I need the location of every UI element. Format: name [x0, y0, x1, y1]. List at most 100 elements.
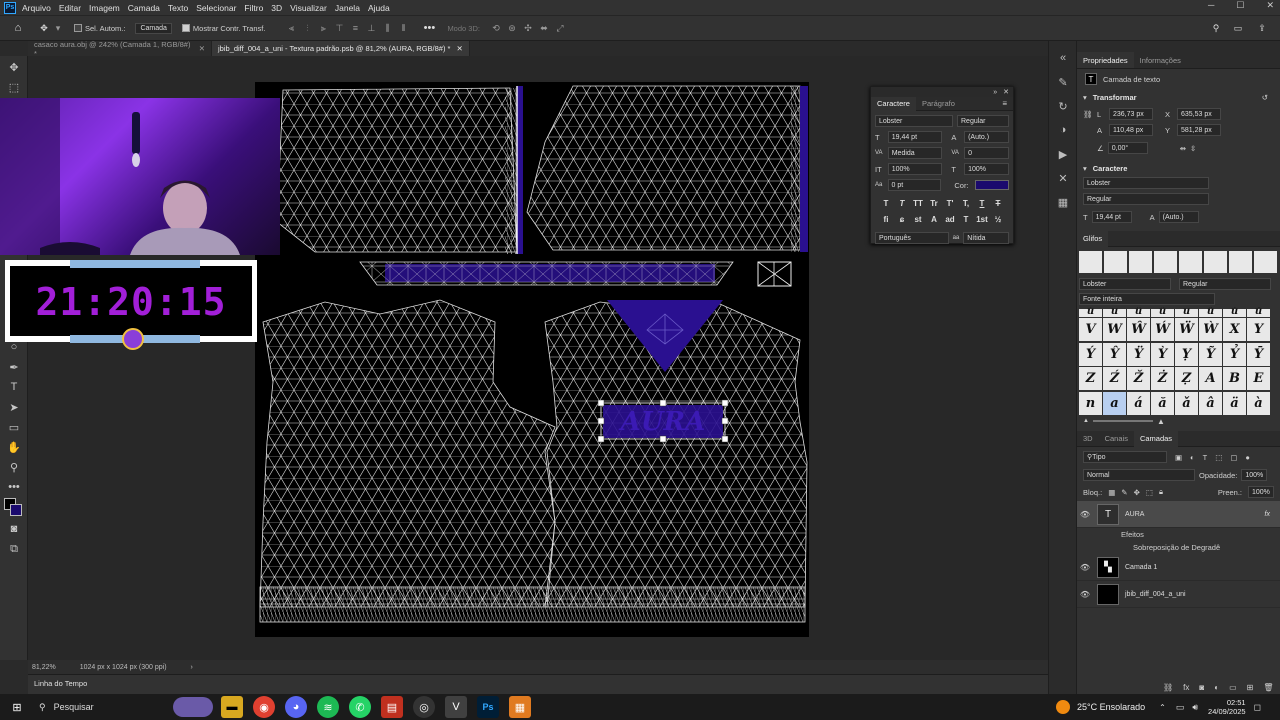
recent-glyph-slot[interactable]	[1254, 251, 1277, 273]
menu-filtro[interactable]: Filtro	[244, 3, 263, 13]
glyph-cell[interactable]: Ỵ	[1175, 342, 1198, 366]
section-chevron-icon[interactable]: ▾	[1083, 164, 1087, 173]
menu-ajuda[interactable]: Ajuda	[368, 3, 390, 13]
pen-tool-icon[interactable]: ✒	[4, 358, 24, 376]
lock-pixels-icon[interactable]: ✎	[1121, 488, 1127, 497]
menu-janela[interactable]: Janela	[335, 3, 360, 13]
document-canvas[interactable]: AURA	[255, 82, 809, 637]
photoshop-taskbar-icon[interactable]: Ps	[477, 696, 499, 718]
slide-3d-icon[interactable]: ⬌	[538, 23, 550, 33]
background-color-swatch[interactable]	[10, 504, 22, 516]
strikethrough-button[interactable]: T	[991, 197, 1005, 210]
properties-leading-field[interactable]: (Auto.)	[1158, 211, 1199, 223]
swash-button[interactable]: A	[927, 213, 941, 226]
color-swatches[interactable]	[4, 498, 24, 518]
height-field[interactable]: 110,48 px	[1109, 124, 1153, 136]
fx-icon[interactable]: fx	[1265, 511, 1270, 518]
glyph-cell[interactable]: Ź	[1103, 367, 1126, 391]
zoom-level[interactable]: 81,22%	[32, 664, 56, 671]
char-font-dropdown[interactable]: Lobster	[875, 115, 953, 127]
glyph-cell[interactable]: ū	[1103, 307, 1126, 317]
glyph-cell[interactable]: ú	[1079, 307, 1102, 317]
glyph-cell[interactable]: ǔ	[1223, 307, 1246, 317]
windows-start-icon[interactable]: ⊞	[6, 696, 28, 718]
vegas-icon[interactable]: V	[445, 696, 467, 718]
distribute-icon[interactable]: ⫼	[381, 23, 393, 33]
glyph-cell[interactable]: á	[1127, 391, 1150, 415]
obs-icon[interactable]: ◎	[413, 696, 435, 718]
tab-paragrafo[interactable]: Parágrafo	[916, 97, 961, 111]
glyph-cell[interactable]: E	[1247, 367, 1270, 391]
link-layers-icon[interactable]: ⛓	[1163, 683, 1173, 692]
glyph-cell[interactable]: W	[1103, 318, 1126, 342]
small-caps-button[interactable]: Tr	[927, 197, 941, 210]
marquee-tool-icon[interactable]: ⬚	[4, 78, 24, 96]
roll-3d-icon[interactable]: ⊛	[506, 23, 518, 33]
3d-icon[interactable]: ✕	[1054, 169, 1072, 187]
menu-3d[interactable]: 3D	[271, 3, 282, 13]
glyph-cell[interactable]: V	[1079, 318, 1102, 342]
glyph-cell[interactable]: B	[1223, 367, 1246, 391]
glyph-cell[interactable]: Ẅ	[1175, 318, 1198, 342]
lock-transparency-icon[interactable]: ▦	[1108, 488, 1115, 497]
faux-bold-button[interactable]: T	[879, 197, 893, 210]
glyphs-style-dropdown[interactable]: Regular	[1179, 278, 1271, 290]
titling-button[interactable]: T	[959, 213, 973, 226]
align-right-icon[interactable]: ⫸	[317, 23, 329, 33]
new-adjustment-icon[interactable]: ◐	[1214, 683, 1219, 692]
file-explorer-icon[interactable]: ▬	[221, 696, 243, 718]
glyphs-font-dropdown[interactable]: Lobster	[1079, 278, 1171, 290]
winrar-icon[interactable]: ▦	[509, 696, 531, 718]
tray-chevron-icon[interactable]: ⌃	[1159, 703, 1166, 712]
tab-caractere[interactable]: Caractere	[871, 96, 916, 111]
char-kerning-field[interactable]: Medida	[887, 147, 943, 159]
subscript-button[interactable]: T,	[959, 197, 973, 210]
volume-icon[interactable]: 🔊︎	[1192, 702, 1198, 713]
adjustments-icon[interactable]: ◑	[1054, 121, 1072, 139]
filter-type-icon[interactable]: T	[1203, 453, 1208, 462]
auto-select-option[interactable]: Sel. Autom.:	[74, 24, 125, 33]
recent-glyph-slot[interactable]	[1204, 251, 1227, 273]
tab-informacoes[interactable]: Informações	[1134, 52, 1187, 68]
move-tool-icon[interactable]: ✥	[4, 58, 24, 76]
zoom-in-glyphs-icon[interactable]: ▲	[1157, 417, 1165, 426]
orbit-3d-icon[interactable]: ⟲	[490, 23, 502, 33]
glyph-size-slider[interactable]	[1092, 420, 1153, 422]
glyph-cell[interactable]: ũ	[1151, 307, 1174, 317]
recent-glyph-slot[interactable]	[1104, 251, 1127, 273]
align-top-icon[interactable]: ⊤	[333, 23, 345, 33]
home-icon[interactable]: ⌂	[12, 22, 24, 34]
glyph-cell[interactable]: n	[1079, 391, 1102, 415]
char-vscale-field[interactable]: 100%	[887, 163, 943, 175]
path-select-tool-icon[interactable]: ➤	[4, 398, 24, 416]
fractions-button[interactable]: ½	[991, 213, 1005, 226]
text-tool-icon[interactable]: T	[4, 378, 24, 396]
glyph-cell[interactable]: Ỹ	[1199, 342, 1222, 366]
filter-toggle-icon[interactable]: ●	[1245, 453, 1250, 462]
glyph-cell[interactable]: A	[1199, 367, 1222, 391]
lock-all-icon[interactable]: 🔒︎	[1159, 487, 1163, 497]
lock-position-icon[interactable]: ✥	[1134, 488, 1140, 497]
glyph-cell-selected[interactable]: a	[1103, 391, 1126, 415]
align-left-icon[interactable]: ⫷	[285, 23, 297, 33]
auto-select-dropdown[interactable]: Camada	[135, 22, 172, 34]
shape-tool-icon[interactable]: ▭	[4, 418, 24, 436]
pan-3d-icon[interactable]: ✣	[522, 23, 534, 33]
zoom-tool-icon[interactable]: ⚲	[4, 458, 24, 476]
taskbar-search[interactable]: ⚲ Pesquisar	[33, 696, 213, 718]
reset-transform-icon[interactable]: ↺	[1262, 93, 1268, 102]
tab-close-icon[interactable]: ✕	[456, 44, 462, 53]
taskbar-clock[interactable]: 02:51 24/09/2025	[1208, 698, 1246, 716]
hand-tool-icon[interactable]: ✋	[4, 438, 24, 456]
blend-mode-dropdown[interactable]: Normal	[1083, 469, 1195, 481]
align-vcenter-icon[interactable]: ≡	[349, 23, 361, 33]
scale-3d-icon[interactable]: ⤢	[554, 23, 566, 33]
tab-camadas[interactable]: Camadas	[1133, 430, 1179, 447]
filter-pixel-icon[interactable]: ▣	[1175, 453, 1182, 462]
distribute-h-icon[interactable]: ⦀	[397, 23, 409, 33]
glyph-cell[interactable]: ä	[1223, 391, 1246, 415]
glyph-cell[interactable]: Ỳ	[1151, 342, 1174, 366]
menu-arquivo[interactable]: Arquivo	[22, 3, 51, 13]
x-field[interactable]: 635,53 px	[1177, 108, 1221, 120]
new-group-icon[interactable]: ▭	[1229, 683, 1237, 692]
